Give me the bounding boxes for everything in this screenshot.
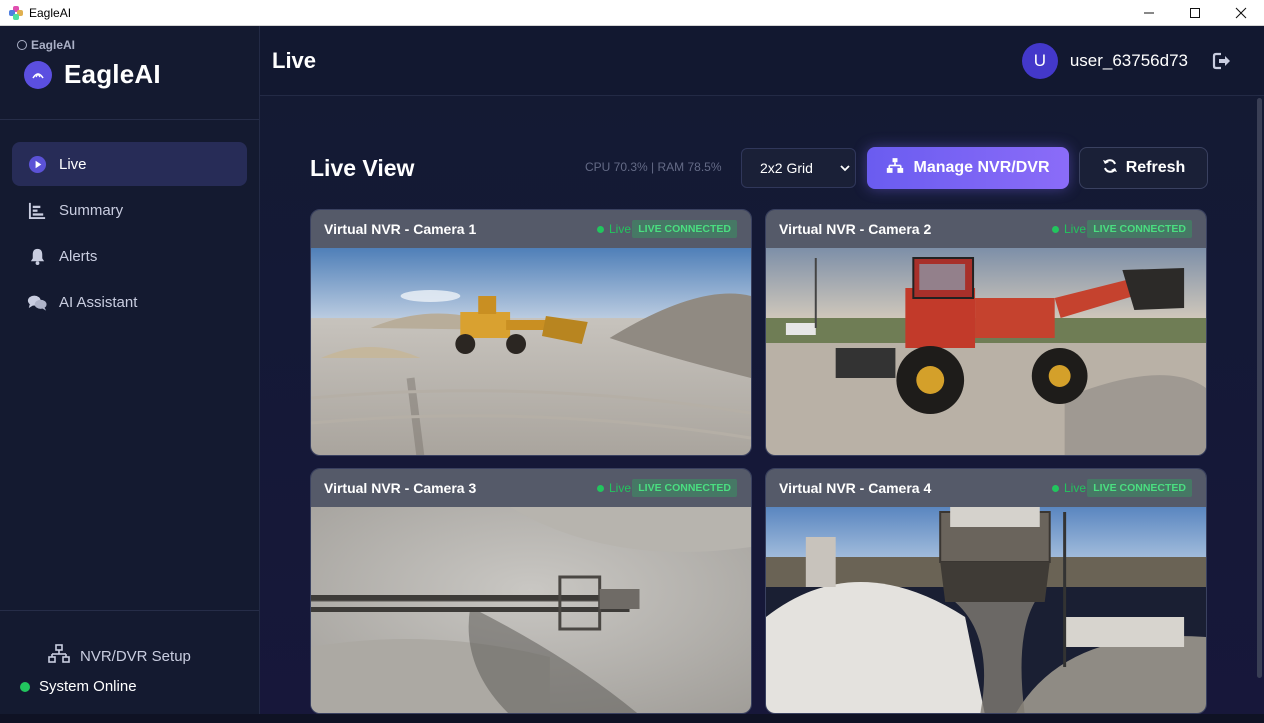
camera-feed-1 — [311, 248, 751, 455]
system-stats: CPU 70.3% | RAM 78.5% — [585, 160, 722, 174]
camera-header: Virtual NVR - Camera 3 Live LIVE CONNECT… — [311, 469, 751, 507]
main-header: Live U user_63756d73 — [260, 26, 1264, 96]
camera-feed-4 — [766, 507, 1206, 713]
network-icon — [48, 644, 70, 668]
live-label: Live — [608, 222, 631, 236]
manage-nvr-dvr-label: Manage NVR/DVR — [913, 159, 1050, 176]
sidebar-item-label: Summary — [59, 201, 124, 219]
brand-small: EagleAI — [17, 38, 75, 52]
sidebar-item-summary[interactable]: Summary — [12, 188, 247, 232]
brand-small-label: EagleAI — [31, 38, 76, 52]
system-status-label: System Online — [39, 678, 137, 695]
status-badge: LIVE CONNECTED — [1087, 220, 1192, 238]
section-title: Live View — [310, 155, 415, 181]
window-titlebar: EagleAI — [0, 0, 1264, 26]
maximize-icon — [1190, 8, 1200, 18]
grid-layout-select[interactable]: 2x2 Grid — [741, 148, 856, 188]
main-content: Live U user_63756d73 Live View CPU 70.3%… — [260, 26, 1264, 714]
bar-chart-icon — [27, 200, 47, 220]
camera-tile-4[interactable]: Virtual NVR - Camera 4 Live LIVE CONNECT… — [765, 468, 1207, 714]
live-indicator: Live — [596, 222, 631, 236]
sidebar-nav: Live Summary Alerts AI Assistant — [12, 142, 247, 326]
live-label: Live — [1063, 481, 1086, 495]
live-indicator: Live — [596, 481, 631, 495]
sidebar-item-alerts[interactable]: Alerts — [12, 234, 247, 278]
manage-nvr-dvr-button[interactable]: Manage NVR/DVR — [867, 147, 1069, 189]
camera-tile-2[interactable]: Virtual NVR - Camera 2 Live LIVE CONNECT… — [765, 209, 1207, 456]
grid-layout-value: 2x2 Grid — [760, 160, 813, 176]
status-badge: LIVE CONNECTED — [1087, 479, 1192, 497]
avatar[interactable]: U — [1021, 43, 1058, 79]
sidebar-footer-divider — [0, 610, 259, 611]
camera-title: Virtual NVR - Camera 3 — [324, 480, 477, 496]
chevron-down-icon — [839, 161, 851, 178]
status-dot-icon — [20, 681, 30, 692]
sidebar-divider — [0, 119, 259, 120]
sidebar-item-live[interactable]: Live — [12, 142, 247, 186]
sidebar-item-label: Live — [59, 155, 87, 173]
camera-title: Virtual NVR - Camera 4 — [779, 480, 932, 496]
eagle-logo-icon — [24, 60, 52, 89]
status-badge: LIVE CONNECTED — [632, 479, 737, 497]
main-scrollbar[interactable] — [1257, 98, 1262, 678]
camera-header: Virtual NVR - Camera 4 Live LIVE CONNECT… — [766, 469, 1206, 507]
window-title: EagleAI — [29, 5, 72, 20]
refresh-label: Refresh — [1125, 159, 1186, 176]
close-icon — [1235, 7, 1247, 19]
play-circle-icon — [27, 154, 47, 174]
live-toolbar: Live View CPU 70.3% | RAM 78.5% 2x2 Grid… — [310, 147, 1208, 189]
close-button[interactable] — [1218, 0, 1264, 26]
window-controls — [1126, 0, 1264, 26]
live-indicator: Live — [1051, 222, 1086, 236]
live-dot-icon — [1051, 225, 1059, 233]
refresh-button[interactable]: Refresh — [1079, 147, 1208, 189]
sidebar-item-label: AI Assistant — [59, 293, 138, 311]
network-icon — [886, 157, 904, 179]
camera-tile-3[interactable]: Virtual NVR - Camera 3 Live LIVE CONNECT… — [310, 468, 752, 714]
live-dot-icon — [596, 484, 604, 492]
status-badge: LIVE CONNECTED — [632, 220, 737, 238]
sidebar-item-ai-assistant[interactable]: AI Assistant — [12, 280, 247, 324]
refresh-icon — [1102, 158, 1118, 179]
system-status: System Online — [20, 678, 137, 695]
live-label: Live — [608, 481, 631, 495]
camera-header: Virtual NVR - Camera 2 Live LIVE CONNECT… — [766, 210, 1206, 248]
live-dot-icon — [1051, 484, 1059, 492]
camera-title: Virtual NVR - Camera 1 — [324, 221, 477, 237]
camera-feed-2 — [766, 248, 1206, 455]
username: user_63756d73 — [1069, 51, 1188, 70]
minimize-button[interactable] — [1126, 0, 1172, 26]
camera-title: Virtual NVR - Camera 2 — [779, 221, 932, 237]
brand-small-icon — [17, 40, 27, 50]
camera-header: Virtual NVR - Camera 1 Live LIVE CONNECT… — [311, 210, 751, 248]
camera-feed-3 — [311, 507, 751, 713]
camera-tile-1[interactable]: Virtual NVR - Camera 1 Live LIVE CONNECT… — [310, 209, 752, 456]
sidebar-item-label: Alerts — [59, 247, 98, 265]
sidebar: EagleAI EagleAI Live Summary Alerts AI A… — [0, 26, 260, 714]
logout-icon — [1212, 52, 1230, 70]
user-menu: U user_63756d73 — [1021, 43, 1234, 79]
minimize-icon — [1144, 12, 1154, 14]
live-dot-icon — [596, 225, 604, 233]
bell-icon — [27, 246, 47, 266]
nvr-dvr-setup-link[interactable]: NVR/DVR Setup — [48, 644, 191, 668]
live-indicator: Live — [1051, 481, 1086, 495]
chat-bubbles-icon — [27, 292, 47, 312]
logout-button[interactable] — [1212, 50, 1234, 72]
app-logo-icon — [9, 5, 23, 20]
maximize-button[interactable] — [1172, 0, 1218, 26]
page-title: Live — [272, 48, 317, 73]
brand-name: EagleAI — [64, 59, 161, 89]
brand: EagleAI — [24, 59, 161, 90]
nvr-dvr-setup-label: NVR/DVR Setup — [80, 647, 191, 665]
live-label: Live — [1063, 222, 1086, 236]
